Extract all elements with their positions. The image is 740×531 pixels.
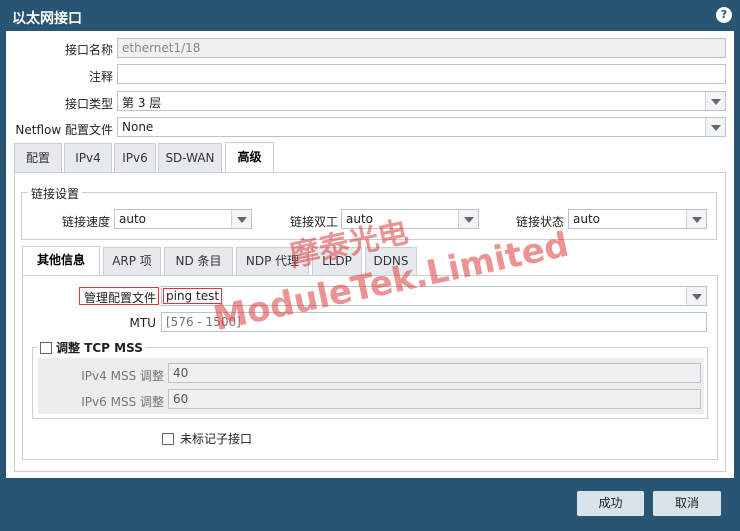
- interface-type-value: 第 3 层: [122, 96, 162, 110]
- chevron-down-icon[interactable]: [686, 210, 706, 228]
- link-speed-label: 链接速度: [61, 215, 110, 229]
- link-speed-value: auto: [119, 212, 147, 226]
- subtab-ddns[interactable]: DDNS: [365, 247, 417, 275]
- link-state-value: auto: [573, 212, 601, 226]
- netflow-profile-select[interactable]: None: [117, 117, 726, 137]
- subtab-arp[interactable]: ARP 项: [103, 247, 161, 275]
- ipv6-mss-label: IPv6 MSS 调整: [81, 395, 164, 409]
- tcp-mss-checkbox[interactable]: [40, 341, 52, 354]
- netflow-profile-value: None: [122, 120, 154, 134]
- cancel-button[interactable]: 取消: [652, 490, 722, 517]
- ipv6-mss-input: 60: [168, 389, 701, 409]
- interface-name-label: 接口名称: [64, 43, 113, 57]
- untagged-subinterface-option[interactable]: 未标记子接口: [162, 430, 252, 447]
- ok-button[interactable]: 成功: [576, 490, 645, 517]
- help-icon[interactable]: ?: [716, 7, 732, 23]
- mgmt-profile-select[interactable]: ping test: [161, 286, 707, 306]
- comment-label: 注释: [88, 70, 113, 84]
- tab-sd-wan[interactable]: SD-WAN: [158, 143, 222, 173]
- mtu-input[interactable]: [161, 312, 707, 332]
- chevron-down-icon[interactable]: [686, 287, 706, 305]
- tab-ipv6[interactable]: IPv6: [114, 143, 156, 173]
- chevron-down-icon[interactable]: [458, 210, 478, 228]
- tcp-mss-label: 调整 TCP MSS: [56, 341, 143, 355]
- mtu-label: MTU: [129, 316, 156, 330]
- interface-type-label: 接口类型: [64, 97, 113, 111]
- mgmt-profile-value: ping test: [163, 288, 223, 304]
- untagged-subinterface-label: 未标记子接口: [180, 432, 253, 446]
- interface-name-field: ethernet1/18: [117, 38, 726, 58]
- ipv4-mss-input: 40: [168, 363, 701, 383]
- subtab-nd[interactable]: ND 条目: [164, 247, 233, 275]
- subtab-other-info[interactable]: 其他信息: [22, 246, 100, 275]
- link-speed-select[interactable]: auto: [114, 209, 252, 229]
- link-duplex-select[interactable]: auto: [341, 209, 479, 229]
- link-duplex-value: auto: [346, 212, 374, 226]
- tab-advanced[interactable]: 高级: [225, 142, 274, 173]
- untagged-subinterface-checkbox[interactable]: [162, 432, 174, 445]
- link-settings-legend: 链接设置: [28, 185, 83, 202]
- ipv4-mss-label: IPv4 MSS 调整: [81, 369, 164, 383]
- link-duplex-label: 链接双工: [289, 215, 338, 229]
- tcp-mss-legend: 调整 TCP MSS: [37, 339, 146, 356]
- link-state-label: 链接状态: [515, 215, 564, 229]
- netflow-profile-label: Netflow 配置文件: [15, 123, 113, 137]
- mgmt-profile-label: 管理配置文件: [83, 291, 156, 305]
- subtab-ndp-proxy[interactable]: NDP 代理: [236, 247, 309, 275]
- interface-type-select[interactable]: 第 3 层: [117, 91, 726, 111]
- link-state-select[interactable]: auto: [568, 209, 707, 229]
- tab-ipv4[interactable]: IPv4: [64, 143, 112, 173]
- chevron-down-icon[interactable]: [705, 118, 725, 136]
- chevron-down-icon[interactable]: [705, 92, 725, 110]
- chevron-down-icon[interactable]: [231, 210, 251, 228]
- dialog-title: 以太网接口: [12, 11, 82, 27]
- tab-config[interactable]: 配置: [14, 143, 62, 173]
- subtab-lldp[interactable]: LLDP: [312, 247, 362, 275]
- comment-input[interactable]: [117, 64, 726, 84]
